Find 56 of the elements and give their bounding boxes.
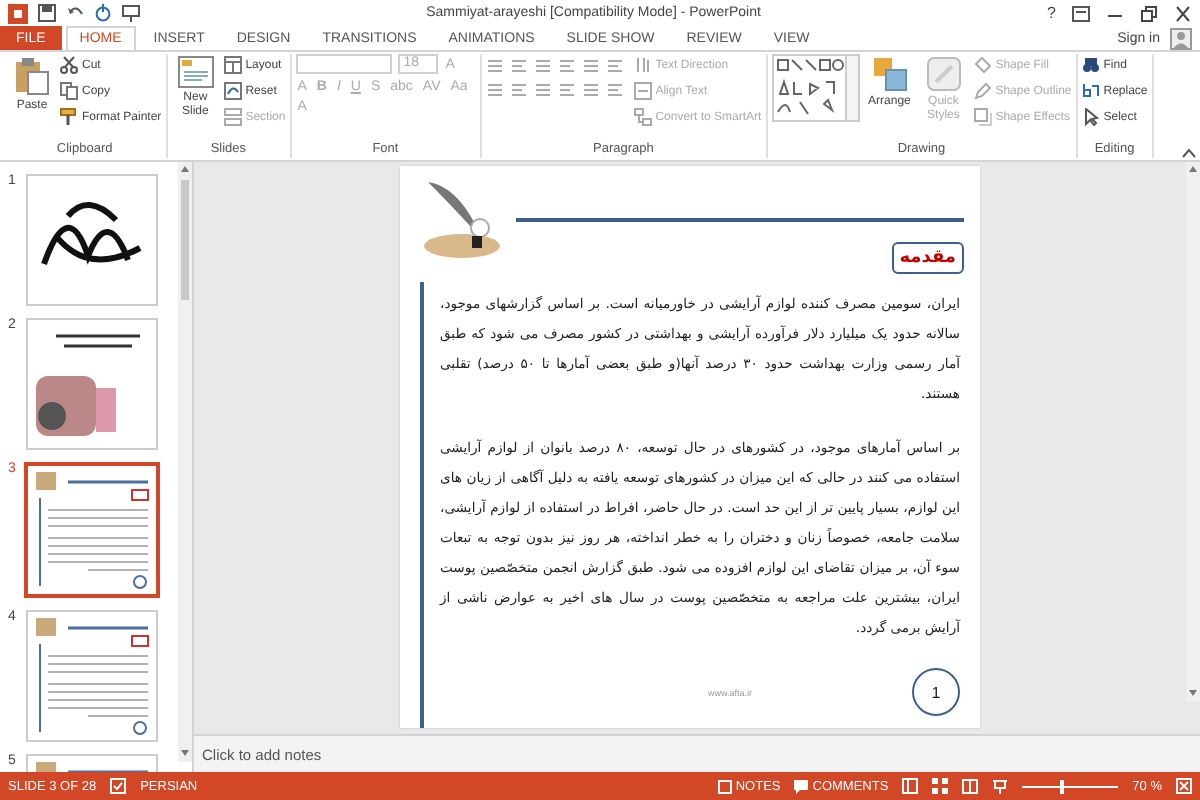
presentation-icon[interactable] <box>122 4 140 22</box>
collapse-ribbon-icon[interactable] <box>1182 148 1196 158</box>
slide-thumbnail[interactable] <box>26 610 158 742</box>
notes-icon <box>717 779 732 793</box>
binoculars-icon <box>1081 56 1100 74</box>
pen-icon <box>973 82 992 100</box>
brush-icon <box>60 108 78 126</box>
powerpoint-logo-icon <box>8 3 28 23</box>
align-right-icon[interactable] <box>509 82 528 98</box>
shapes-gallery-icon[interactable] <box>771 54 860 122</box>
reset-icon <box>223 82 242 100</box>
spell-check-icon[interactable] <box>110 778 127 794</box>
close-icon[interactable] <box>1174 5 1192 21</box>
slide-sorter-icon[interactable] <box>932 778 949 794</box>
smartart-icon <box>633 108 652 126</box>
copy-icon <box>60 82 78 100</box>
increase-indent-icon[interactable] <box>557 58 576 74</box>
slide-show-icon[interactable] <box>992 778 1009 794</box>
arrange-icon <box>871 56 908 92</box>
line-spacing-icon[interactable] <box>581 58 600 74</box>
clipboard-icon <box>14 56 50 96</box>
text-direction-icon <box>633 56 652 74</box>
slide-title: مقدمه <box>891 242 964 274</box>
slide-icon <box>177 56 214 88</box>
decrease-indent-icon[interactable] <box>533 58 552 74</box>
scissors-icon <box>60 56 78 74</box>
ribbon-display-icon[interactable] <box>1072 5 1090 21</box>
restore-icon[interactable] <box>1140 5 1158 21</box>
fit-to-window-icon[interactable] <box>1176 778 1192 794</box>
columns-icon[interactable] <box>557 82 576 98</box>
help-button[interactable]: ? <box>1047 4 1056 22</box>
cursor-icon <box>1081 108 1100 126</box>
ltr-icon[interactable] <box>605 82 624 98</box>
reading-view-icon[interactable] <box>962 778 979 794</box>
quick-styles-icon <box>925 56 962 92</box>
slide-thumbnail[interactable] <box>26 318 158 450</box>
bullet-list-icon[interactable] <box>485 58 504 74</box>
user-avatar-icon <box>1170 27 1192 49</box>
justify-icon[interactable] <box>533 82 552 98</box>
align-text-icon <box>633 82 652 100</box>
numbered-list-icon[interactable] <box>509 58 528 74</box>
effects-icon <box>973 108 992 126</box>
zoom-thumb[interactable] <box>1060 779 1065 793</box>
replace-icon <box>1081 82 1100 100</box>
layout-icon <box>223 56 242 74</box>
align-center-icon[interactable] <box>485 82 504 98</box>
save-icon[interactable] <box>38 4 56 22</box>
slide-thumbnail[interactable] <box>24 462 160 598</box>
comment-icon <box>794 779 809 793</box>
paint-bucket-icon <box>973 56 992 74</box>
slide-thumbnail[interactable] <box>26 174 158 306</box>
page-number: 1 <box>912 668 960 716</box>
align-left-icon[interactable] <box>605 58 624 74</box>
normal-view-icon[interactable] <box>902 778 919 794</box>
rtl-icon[interactable] <box>581 82 600 98</box>
section-icon <box>223 108 242 126</box>
